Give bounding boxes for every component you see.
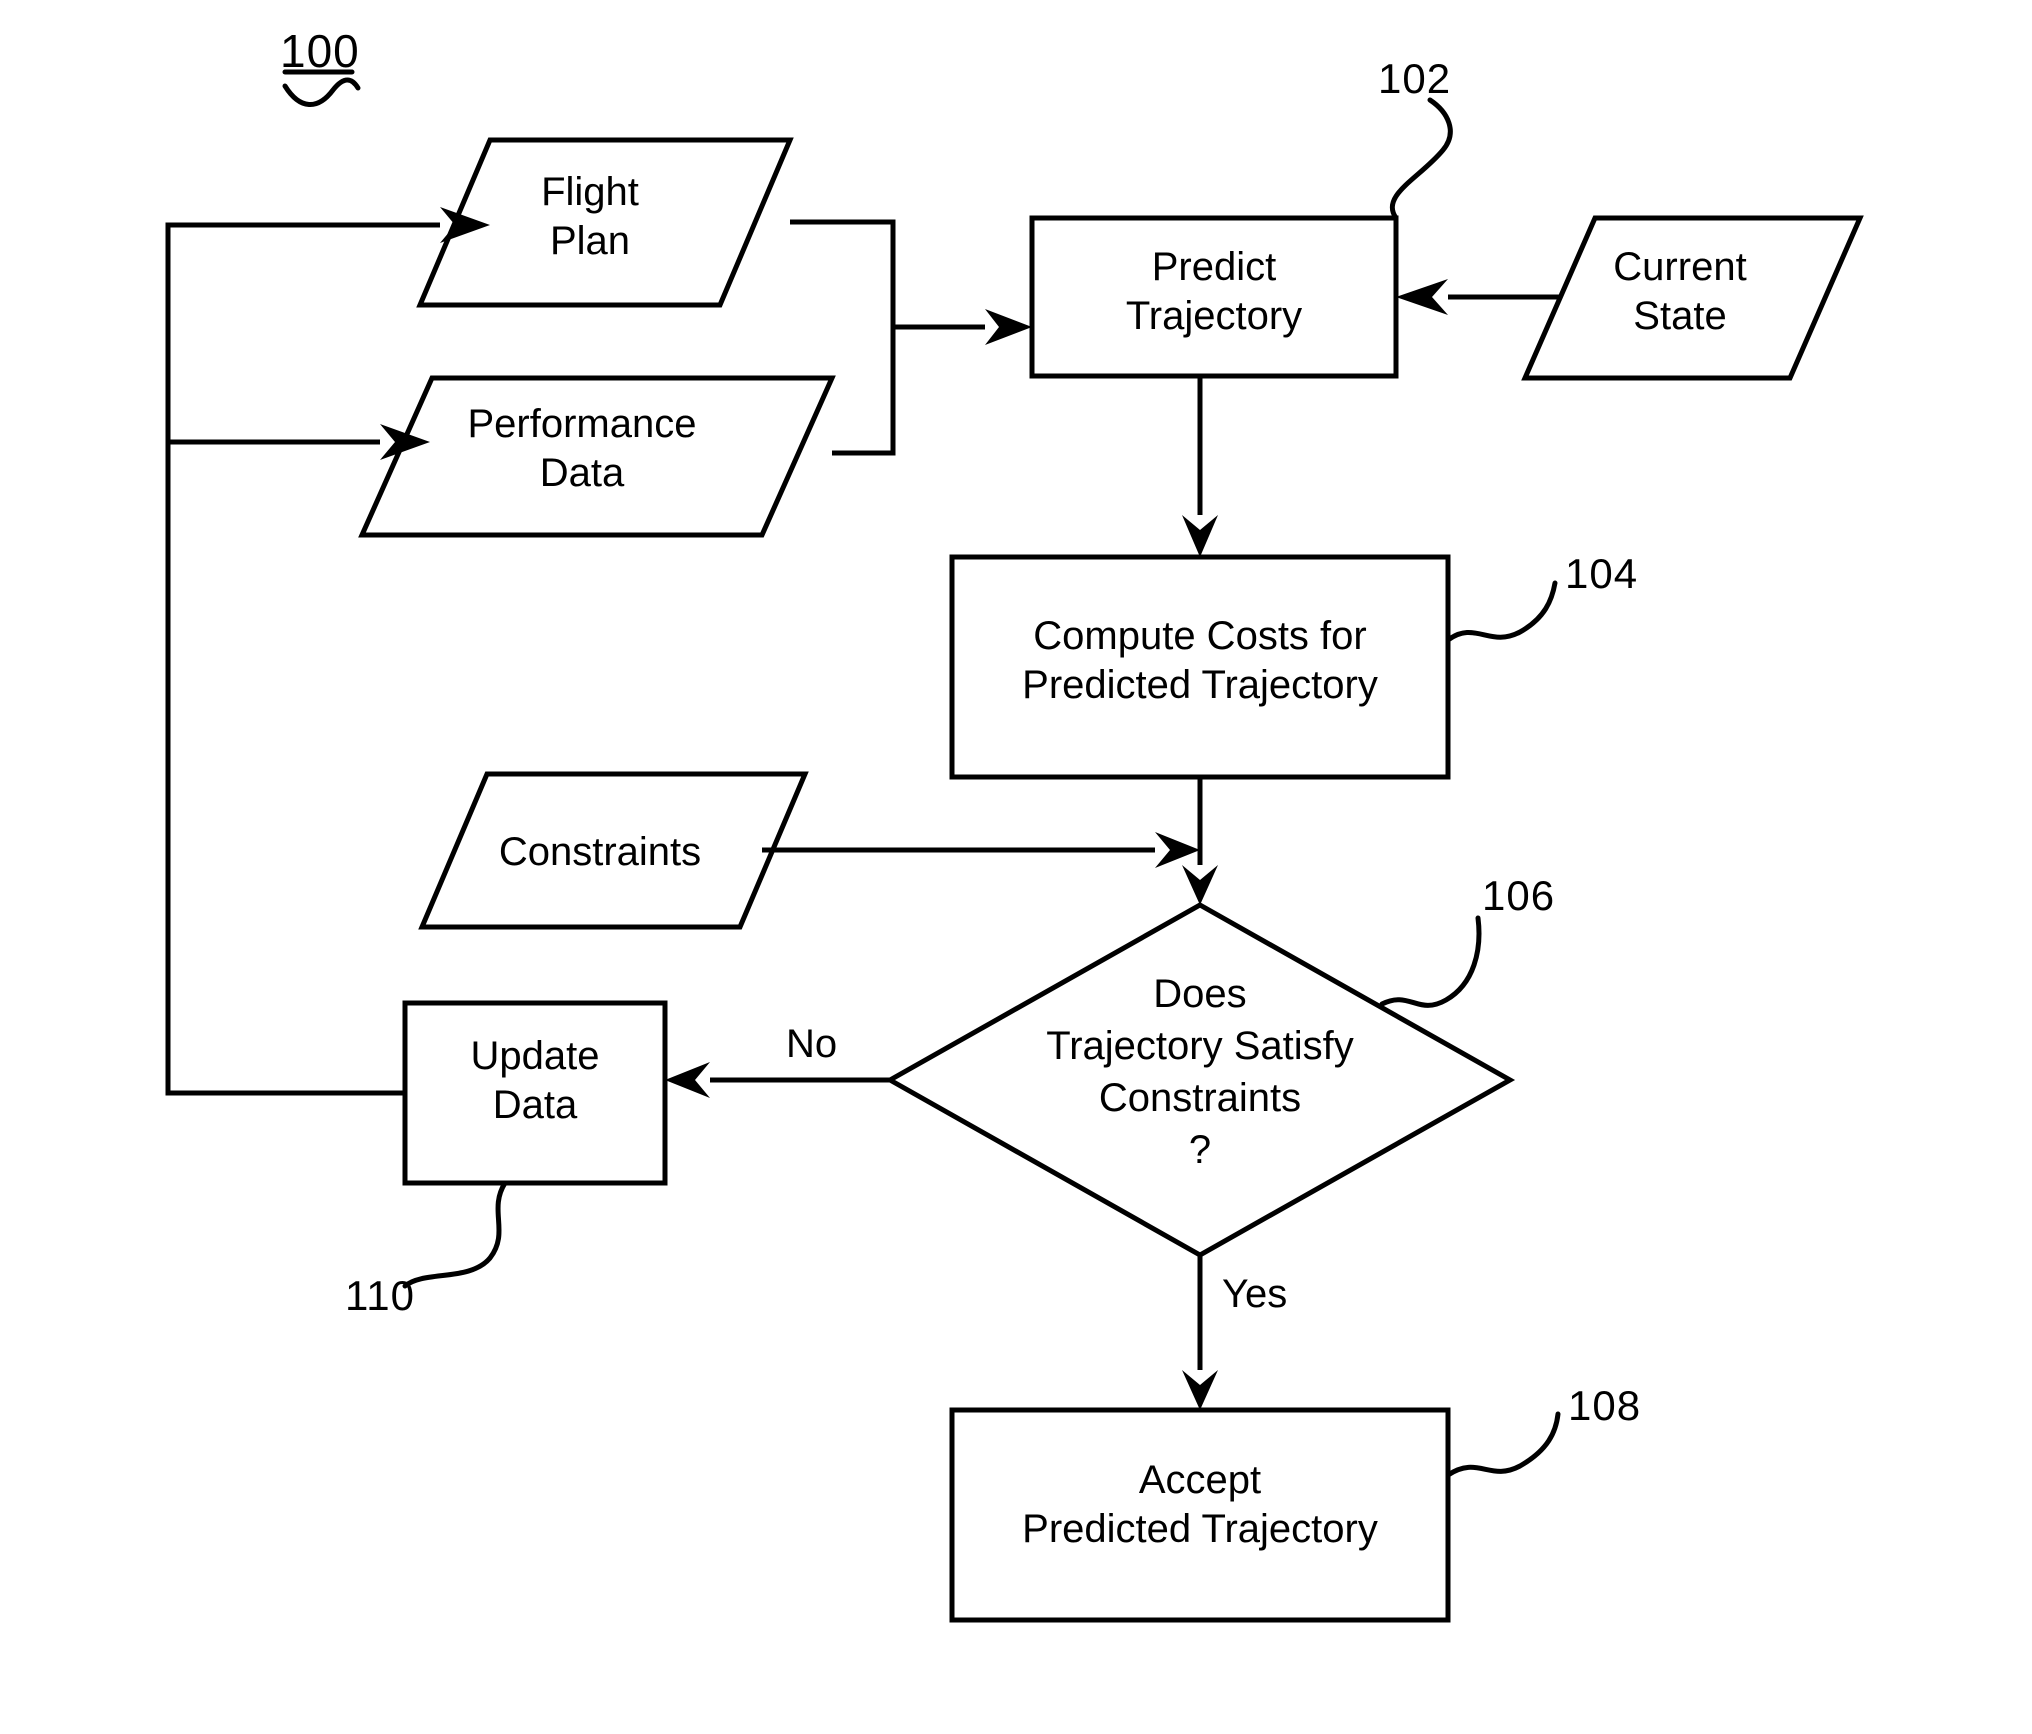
ref-104-leader <box>1445 580 1558 643</box>
edge-label-no: No <box>786 1022 838 1066</box>
constraints-arrowhead <box>1155 832 1200 868</box>
ref-number-102: 102 <box>1378 55 1452 102</box>
ref-110-leader <box>402 1180 508 1289</box>
ref-108-leader <box>1445 1411 1561 1478</box>
node-decision[interactable] <box>890 905 1510 1255</box>
edge-label-yes: Yes <box>1222 1272 1288 1316</box>
ref-number-104: 104 <box>1565 550 1639 597</box>
ref-100-squiggle <box>282 77 361 107</box>
ref-number-108: 108 <box>1568 1382 1642 1429</box>
accept-input-arrowhead <box>1182 1370 1218 1410</box>
node-predict-trajectory[interactable] <box>1032 218 1396 376</box>
ref-102-leader <box>1389 97 1453 221</box>
node-flight-plan[interactable] <box>420 140 790 305</box>
predict-input-arrowhead <box>985 309 1032 345</box>
node-constraints[interactable] <box>422 774 805 927</box>
patent-figure-canvas: Update Data (left) --> Accept (down) -->… <box>0 0 2032 1734</box>
update-data-arrowhead <box>665 1062 710 1098</box>
ref-number-figure-100: 100 <box>280 25 360 77</box>
feedback-to-flight-plan-connector <box>165 222 440 1096</box>
compute-costs-input-arrowhead <box>1182 515 1218 557</box>
decision-input-arrowhead <box>1182 865 1218 905</box>
node-performance-data[interactable] <box>362 378 832 535</box>
node-compute-costs[interactable] <box>952 557 1448 777</box>
predict-current-state-arrowhead <box>1396 279 1448 315</box>
ref-number-110: 110 <box>345 1272 415 1319</box>
node-current-state[interactable] <box>1525 218 1860 378</box>
node-accept-predicted-trajectory[interactable] <box>952 1410 1448 1620</box>
node-update-data[interactable] <box>405 1003 665 1183</box>
